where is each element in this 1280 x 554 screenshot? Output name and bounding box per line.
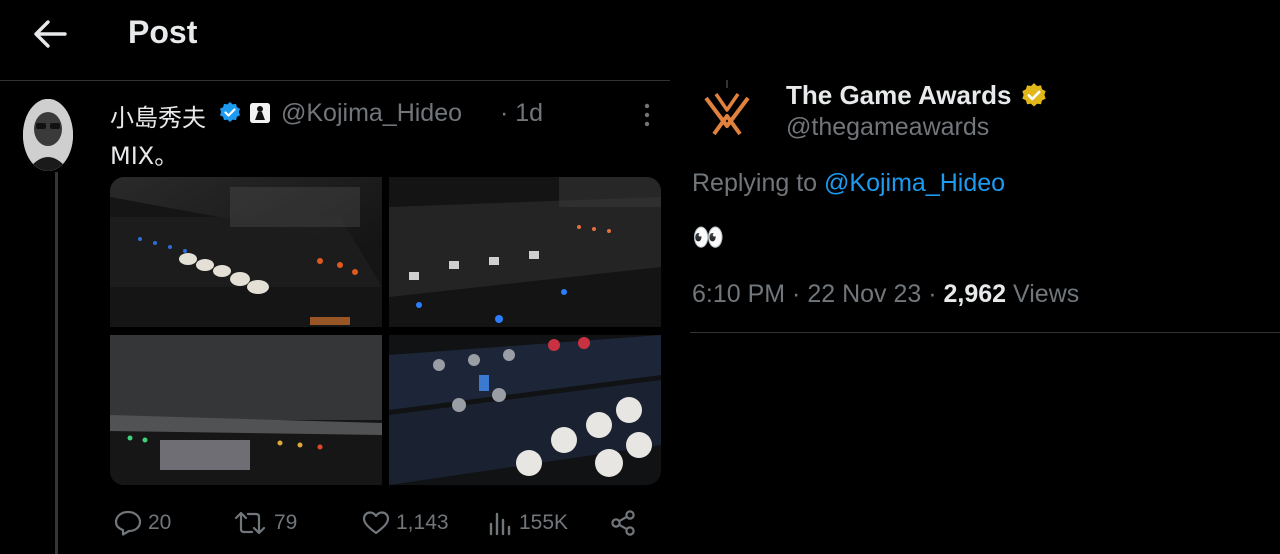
reply-count: 20	[148, 511, 172, 534]
bar-chart-icon	[489, 512, 511, 536]
like-count: 1,143	[396, 511, 449, 534]
repost-count: 79	[274, 511, 298, 534]
tweet-time[interactable]: · 1d	[500, 99, 543, 128]
reply-views-label: Views	[1013, 280, 1080, 308]
views-button[interactable]: 155K	[487, 508, 568, 538]
reply-views-count: 2,962	[943, 280, 1007, 308]
view-count: 155K	[519, 511, 569, 534]
reply-button[interactable]: 20	[114, 508, 171, 538]
replying-to-mention[interactable]: @Kojima_Hideo	[824, 169, 1005, 197]
heart-icon	[362, 511, 390, 535]
author-avatar[interactable]	[23, 99, 73, 171]
page-title: Post	[128, 14, 198, 50]
reply-author-handle[interactable]: @thegameawards	[786, 113, 989, 142]
more-vertical-icon	[644, 103, 650, 127]
reply-text: 👀	[692, 222, 725, 252]
share-button[interactable]	[609, 508, 637, 538]
replying-to-label: Replying to	[692, 169, 818, 197]
reply-icon	[114, 510, 142, 536]
thread-line	[55, 172, 58, 554]
repost-icon	[234, 511, 266, 535]
back-button[interactable]	[30, 16, 70, 52]
header-divider	[0, 80, 670, 81]
tga-logo-icon[interactable]	[700, 80, 754, 142]
repost-button[interactable]: 79	[232, 508, 297, 538]
reply-divider	[690, 332, 1280, 333]
share-icon	[611, 510, 635, 536]
affiliation-badge-icon[interactable]	[250, 103, 270, 123]
arrow-left-icon	[34, 20, 67, 48]
tweet-photo-2[interactable]	[389, 177, 661, 327]
tweet-photo-1[interactable]	[110, 177, 382, 327]
reply-author-name[interactable]: The Game Awards	[786, 80, 1011, 111]
reply-timestamp[interactable]: 6:10 PM · 22 Nov 23 ·	[692, 280, 937, 308]
like-button[interactable]: 1,143	[362, 508, 449, 538]
tweet-text: MIX。	[110, 142, 179, 170]
author-handle[interactable]: @Kojima_Hideo	[281, 99, 462, 128]
reply-meta: 6:10 PM · 22 Nov 23 · 2,962 Views	[692, 280, 1079, 309]
tweet-photo-3[interactable]	[110, 335, 382, 485]
tweet-photo-4[interactable]	[389, 335, 661, 485]
verified-gold-badge-icon	[1020, 82, 1048, 110]
more-options-button[interactable]	[635, 100, 659, 130]
replying-to: Replying to @Kojima_Hideo	[692, 169, 1005, 198]
author-name[interactable]: 小島秀夫	[110, 98, 206, 133]
verified-badge-icon	[218, 101, 242, 125]
